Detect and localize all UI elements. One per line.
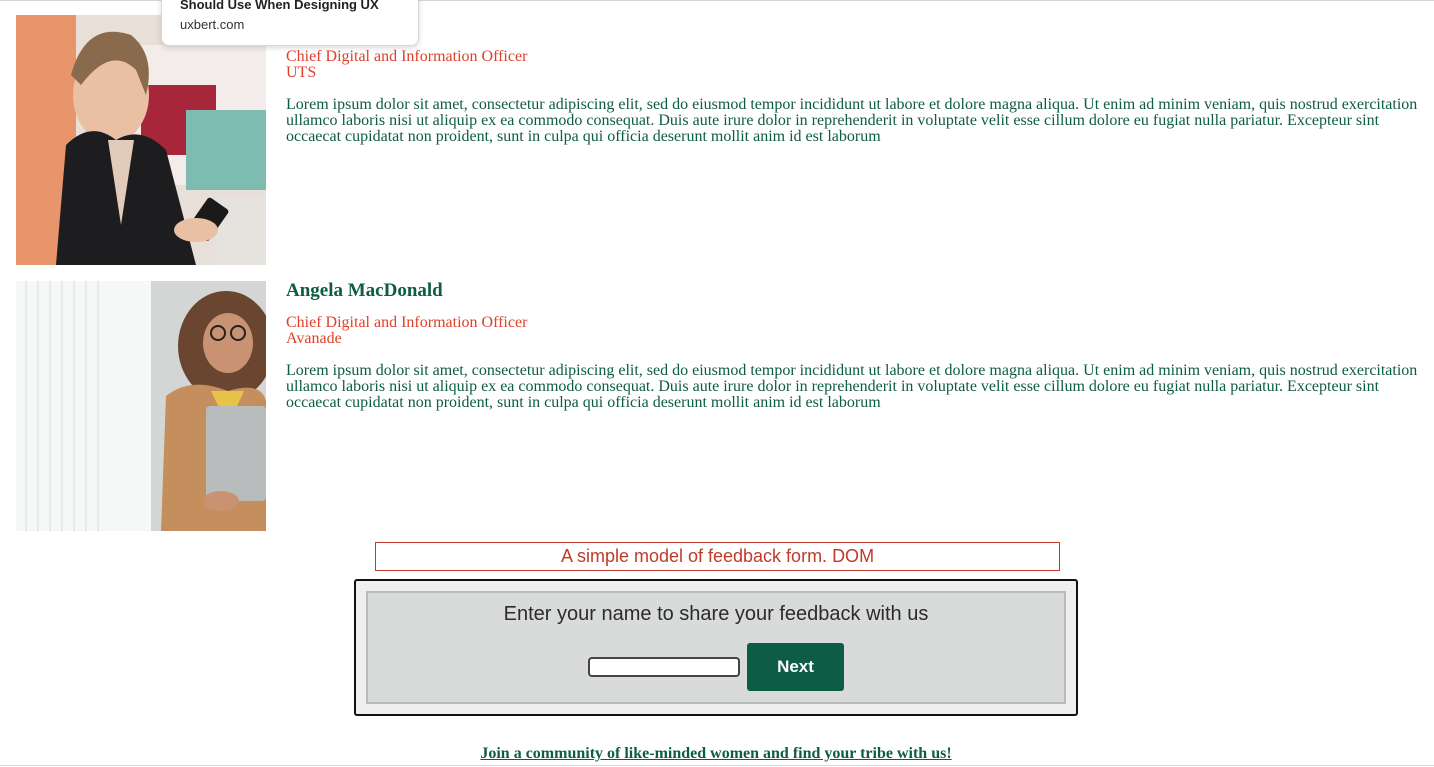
speaker-bio: Lorem ipsum dolor sit amet, consectetur … [286, 96, 1418, 145]
speaker-company: Avanade [286, 330, 342, 347]
name-input[interactable] [588, 657, 740, 677]
popup-title: Should Use When Designing UX [180, 0, 379, 12]
popup-url: uxbert.com [180, 17, 245, 32]
dom-label: A simple model of feedback form. DOM [375, 542, 1060, 571]
bottom-divider [0, 765, 1434, 766]
feedback-form: Enter your name to share your feedback w… [354, 579, 1078, 716]
speaker-photo [16, 15, 266, 265]
link-preview-popup[interactable]: Should Use When Designing UX uxbert.com [161, 0, 419, 46]
speaker-info: Angela MacDonald Chief Digital and Infor… [286, 281, 1426, 411]
feedback-form-body: Enter your name to share your feedback w… [366, 591, 1066, 704]
speaker-name [286, 15, 1426, 49]
speaker-info: Chief Digital and Information Officer UT… [286, 15, 1426, 145]
speaker-role: Chief Digital and Information Officer [286, 314, 528, 331]
speaker-bio: Lorem ipsum dolor sit amet, consectetur … [286, 362, 1418, 411]
speaker-role: Chief Digital and Information Officer [286, 48, 528, 65]
speaker-name: Angela MacDonald [286, 280, 443, 301]
speaker-company: UTS [286, 64, 317, 81]
feedback-prompt: Enter your name to share your feedback w… [503, 603, 929, 625]
join-community-link[interactable]: Join a community of like-minded women an… [0, 745, 1432, 763]
speaker-photo [16, 281, 266, 531]
next-button[interactable]: Next [747, 643, 844, 691]
